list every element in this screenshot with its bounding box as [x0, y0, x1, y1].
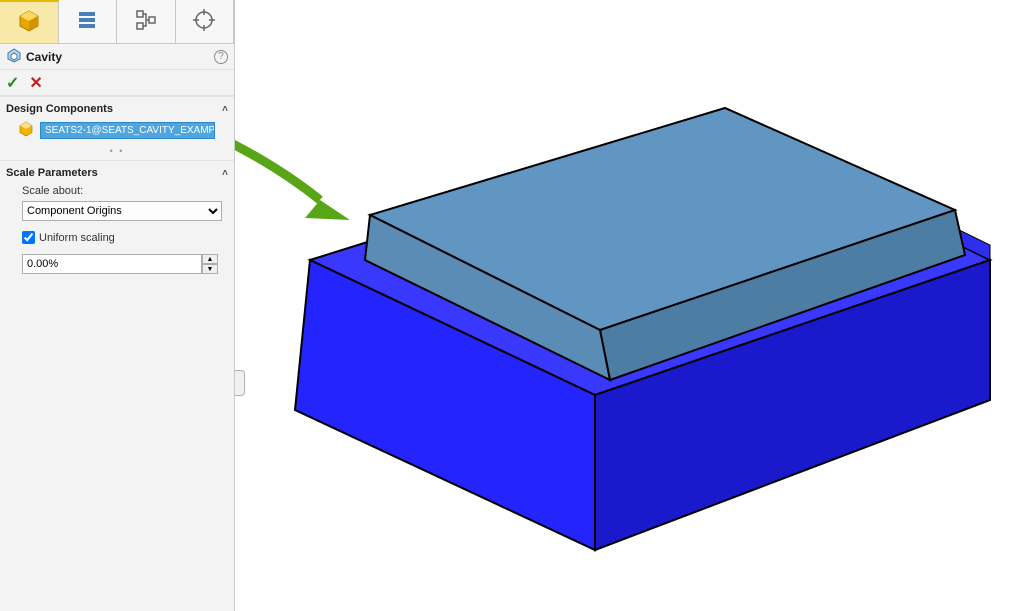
spin-up-button[interactable]: ▲ [202, 254, 218, 264]
property-manager-panel: Cavity ? ✓ ✕ Design Components ˄ SEATS2-… [0, 0, 235, 611]
viewport-3d[interactable] [235, 0, 1024, 611]
section-design-components[interactable]: Design Components ˄ [0, 96, 234, 119]
feature-header: Cavity ? [0, 44, 234, 70]
tree-icon [134, 8, 158, 35]
chevron-up-icon: ˄ [222, 104, 228, 115]
selected-component-field[interactable]: SEATS2-1@SEATS_CAVITY_EXAMPLE [40, 122, 215, 139]
chevron-up-icon: ˄ [222, 168, 228, 179]
uniform-scaling-checkbox[interactable] [22, 231, 35, 244]
feature-title: Cavity [26, 50, 62, 64]
model-rendering [235, 0, 1024, 611]
uniform-scaling-label: Uniform scaling [39, 232, 115, 244]
tab-configuration-manager[interactable] [117, 0, 176, 43]
scale-about-label: Scale about: [0, 183, 234, 199]
crosshair-icon [192, 8, 216, 35]
design-components-row: SEATS2-1@SEATS_CAVITY_EXAMPLE [0, 119, 234, 146]
list-resize-grip[interactable]: • • [0, 146, 234, 160]
cavity-icon [6, 47, 22, 66]
section-scale-parameters[interactable]: Scale Parameters ˄ [0, 160, 234, 183]
scale-value-input[interactable] [22, 254, 202, 274]
scale-spinner: ▲ ▼ [202, 254, 218, 274]
ok-button[interactable]: ✓ [6, 73, 19, 93]
confirm-row: ✓ ✕ [0, 70, 234, 96]
tab-dimxpert[interactable] [176, 0, 235, 43]
callout-arrow-icon [235, 140, 350, 220]
spin-down-button[interactable]: ▼ [202, 264, 218, 274]
help-icon[interactable]: ? [214, 50, 228, 64]
cube-icon [17, 9, 41, 36]
panel-tabstrip [0, 0, 234, 44]
scale-about-select[interactable]: Component Origins [22, 201, 222, 221]
section-title: Design Components [6, 103, 113, 115]
list-icon [75, 8, 99, 35]
component-icon [18, 121, 34, 140]
cancel-button[interactable]: ✕ [29, 73, 42, 93]
tab-feature-manager[interactable] [0, 0, 59, 43]
section-title: Scale Parameters [6, 167, 98, 179]
tab-property-manager[interactable] [59, 0, 118, 43]
